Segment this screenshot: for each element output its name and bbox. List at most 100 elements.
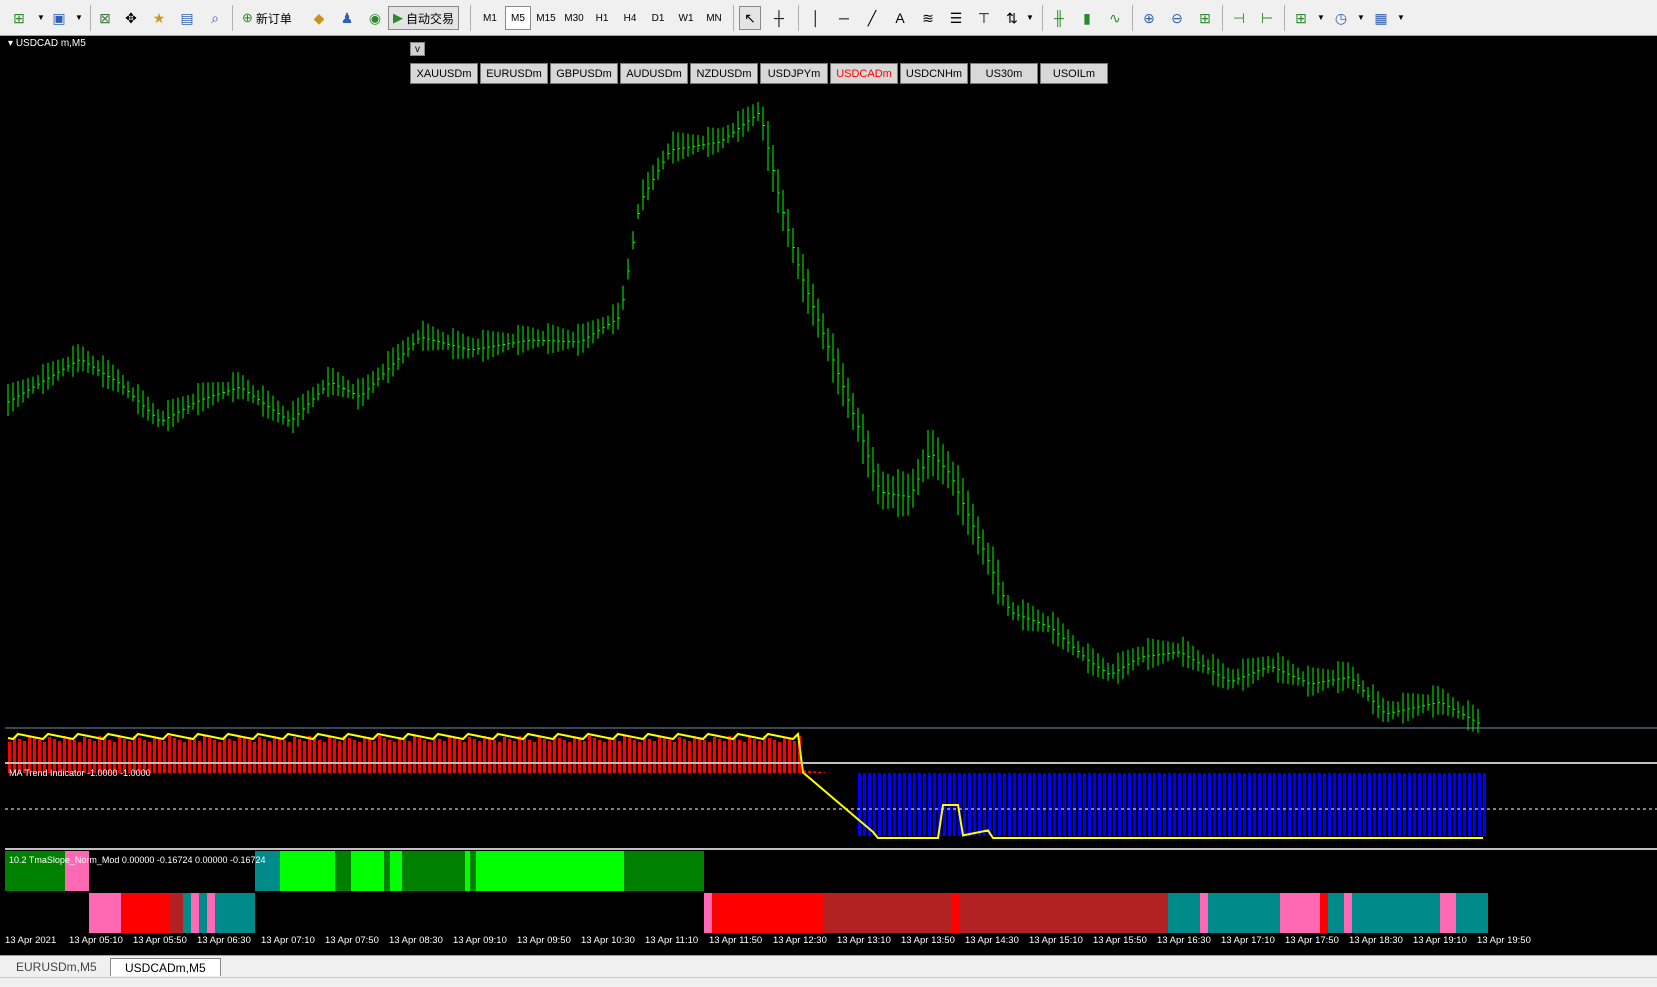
signals-icon[interactable]: ◉	[364, 6, 386, 30]
ma-trend-bar	[388, 740, 391, 773]
periods-clock-icon[interactable]: ◷	[1330, 6, 1352, 30]
symbol-button-usoilm[interactable]: USOILm	[1040, 63, 1108, 84]
ma-trend-bar	[223, 737, 226, 773]
navigator-icon[interactable]: ★	[148, 6, 170, 30]
time-axis-label: 13 Apr 13:10	[837, 935, 891, 946]
ma-trend-bar	[328, 737, 331, 773]
dropdown-arrow-icon[interactable]: ▼	[1390, 6, 1412, 30]
templates-icon[interactable]: ▦	[1370, 6, 1392, 30]
horizontal-line-icon[interactable]: ─	[833, 6, 855, 30]
ma-trend-bar	[763, 736, 766, 773]
symbol-button-usdcadm[interactable]: USDCADm	[830, 63, 898, 84]
tma-slope-block	[704, 893, 712, 933]
cursor-icon[interactable]: ↖	[739, 6, 761, 30]
ma-trend-bar	[1093, 773, 1096, 836]
ma-trend-bar	[208, 738, 211, 773]
timeframe-button[interactable]: W1	[673, 6, 699, 30]
pane-separator[interactable]	[5, 762, 1657, 764]
symbol-button-eurusdm[interactable]: EURUSDm	[480, 63, 548, 84]
metaeditor-icon[interactable]: ◆	[308, 6, 330, 30]
channel-icon[interactable]: ☰	[945, 6, 967, 30]
line-chart-icon[interactable]: ∿	[1104, 6, 1126, 30]
ma-trend-bar	[1438, 773, 1441, 836]
ma-trend-bar	[358, 742, 361, 773]
ma-trend-bar	[1458, 773, 1461, 836]
new-order-button[interactable]: ⊕新订单	[238, 6, 296, 30]
ma-trend-bar	[738, 740, 741, 773]
ma-trend-bar	[708, 742, 711, 773]
fibonacci-icon[interactable]: ≋	[917, 6, 939, 30]
indicators-icon[interactable]: ⊞	[1290, 6, 1312, 30]
symbol-button-usdcnhm[interactable]: USDCNHm	[900, 63, 968, 84]
terminal-icon[interactable]: ▤	[176, 6, 198, 30]
ma-trend-bar	[1053, 773, 1056, 836]
ma-trend-bar	[443, 741, 446, 773]
ma-trend-bar	[1253, 773, 1256, 836]
crosshair-tool-icon[interactable]: ┼	[768, 6, 790, 30]
ma-trend-bar	[428, 742, 431, 773]
zoom-in-icon[interactable]: ⊕	[1138, 6, 1160, 30]
experts-icon[interactable]: ♟	[336, 6, 358, 30]
autoscroll-icon[interactable]: ⊢	[1256, 6, 1278, 30]
symbol-panel-toggle[interactable]: v	[410, 42, 425, 56]
ma-trend-bar	[923, 773, 926, 836]
symbol-button-gbpusdm[interactable]: GBPUSDm	[550, 63, 618, 84]
tma-slope-block	[384, 851, 390, 891]
ma-trend-bar	[418, 738, 421, 773]
new-chart-icon[interactable]: ⊞	[8, 6, 30, 30]
timeframe-button[interactable]: H1	[589, 6, 615, 30]
ma-trend-bar	[283, 740, 286, 773]
timeframe-button[interactable]: H4	[617, 6, 643, 30]
zoom-out-icon[interactable]: ⊖	[1166, 6, 1188, 30]
label-tool-icon[interactable]: ⊤	[973, 6, 995, 30]
ma-trend-bar	[903, 773, 906, 836]
tma-slope-block	[1344, 893, 1352, 933]
auto-trading-button[interactable]: ▶自动交易	[388, 6, 459, 30]
timeframe-button[interactable]: MN	[701, 6, 727, 30]
candlestick-icon[interactable]: ▮	[1076, 6, 1098, 30]
ma-trend-bar	[768, 738, 771, 773]
timeframe-button[interactable]: M1	[477, 6, 503, 30]
dropdown-arrow-icon[interactable]: ▼	[1019, 6, 1041, 30]
time-axis-label: 13 Apr 07:10	[261, 935, 315, 946]
market-watch-icon[interactable]: ⊠	[94, 6, 116, 30]
ma-trend-bar	[718, 739, 721, 773]
trendline-icon[interactable]: ╱	[861, 6, 883, 30]
strategy-tester-icon[interactable]: ⌕	[204, 6, 226, 30]
tile-windows-icon[interactable]: ⊞	[1194, 6, 1216, 30]
chart-shift-icon[interactable]: ⊣	[1228, 6, 1250, 30]
timeframe-button[interactable]: M15	[533, 6, 559, 30]
ma-trend-bar	[583, 741, 586, 773]
ma-trend-bar	[1393, 773, 1396, 836]
ma-trend-bar	[588, 736, 591, 773]
symbol-button-usdjpym[interactable]: USDJPYm	[760, 63, 828, 84]
ma-trend-bar	[1188, 773, 1191, 836]
ma-trend-bar	[928, 773, 931, 836]
symbol-button-audusdm[interactable]: AUDUSDm	[620, 63, 688, 84]
timeframe-button[interactable]: M5	[505, 6, 531, 30]
ma-trend-bar	[998, 773, 1001, 836]
timeframe-button[interactable]: D1	[645, 6, 671, 30]
tma-slope-block	[1456, 893, 1488, 933]
symbol-button-xauusdm[interactable]: XAUUSDm	[410, 63, 478, 84]
ma-trend-bar	[973, 773, 976, 836]
profiles-icon[interactable]: ▣	[48, 6, 70, 30]
ma-trend-bar	[543, 739, 546, 773]
tma-slope-block	[1360, 893, 1440, 933]
vertical-line-icon[interactable]: │	[805, 6, 827, 30]
crosshair-icon[interactable]: ✥	[120, 6, 142, 30]
dropdown-arrow-icon[interactable]: ▼	[68, 6, 90, 30]
dropdown-arrow-icon[interactable]: ▼	[1350, 6, 1372, 30]
timeframe-button[interactable]: M30	[561, 6, 587, 30]
symbol-button-nzdusdm[interactable]: NZDUSDm	[690, 63, 758, 84]
dropdown-arrow-icon[interactable]: ▼	[1310, 6, 1332, 30]
bar-chart-icon[interactable]: ╫	[1048, 6, 1070, 30]
text-tool-icon[interactable]: A	[889, 6, 911, 30]
tab-usdcadm[interactable]: USDCADm,M5	[110, 958, 221, 976]
ma-trend-bar	[303, 741, 306, 773]
tab-eurusdm[interactable]: EURUSDm,M5	[2, 958, 111, 976]
pane-separator[interactable]	[5, 848, 1657, 850]
symbol-button-us30m[interactable]: US30m	[970, 63, 1038, 84]
chart-canvas[interactable]	[0, 36, 1657, 936]
ma-trend-bar	[548, 741, 551, 773]
